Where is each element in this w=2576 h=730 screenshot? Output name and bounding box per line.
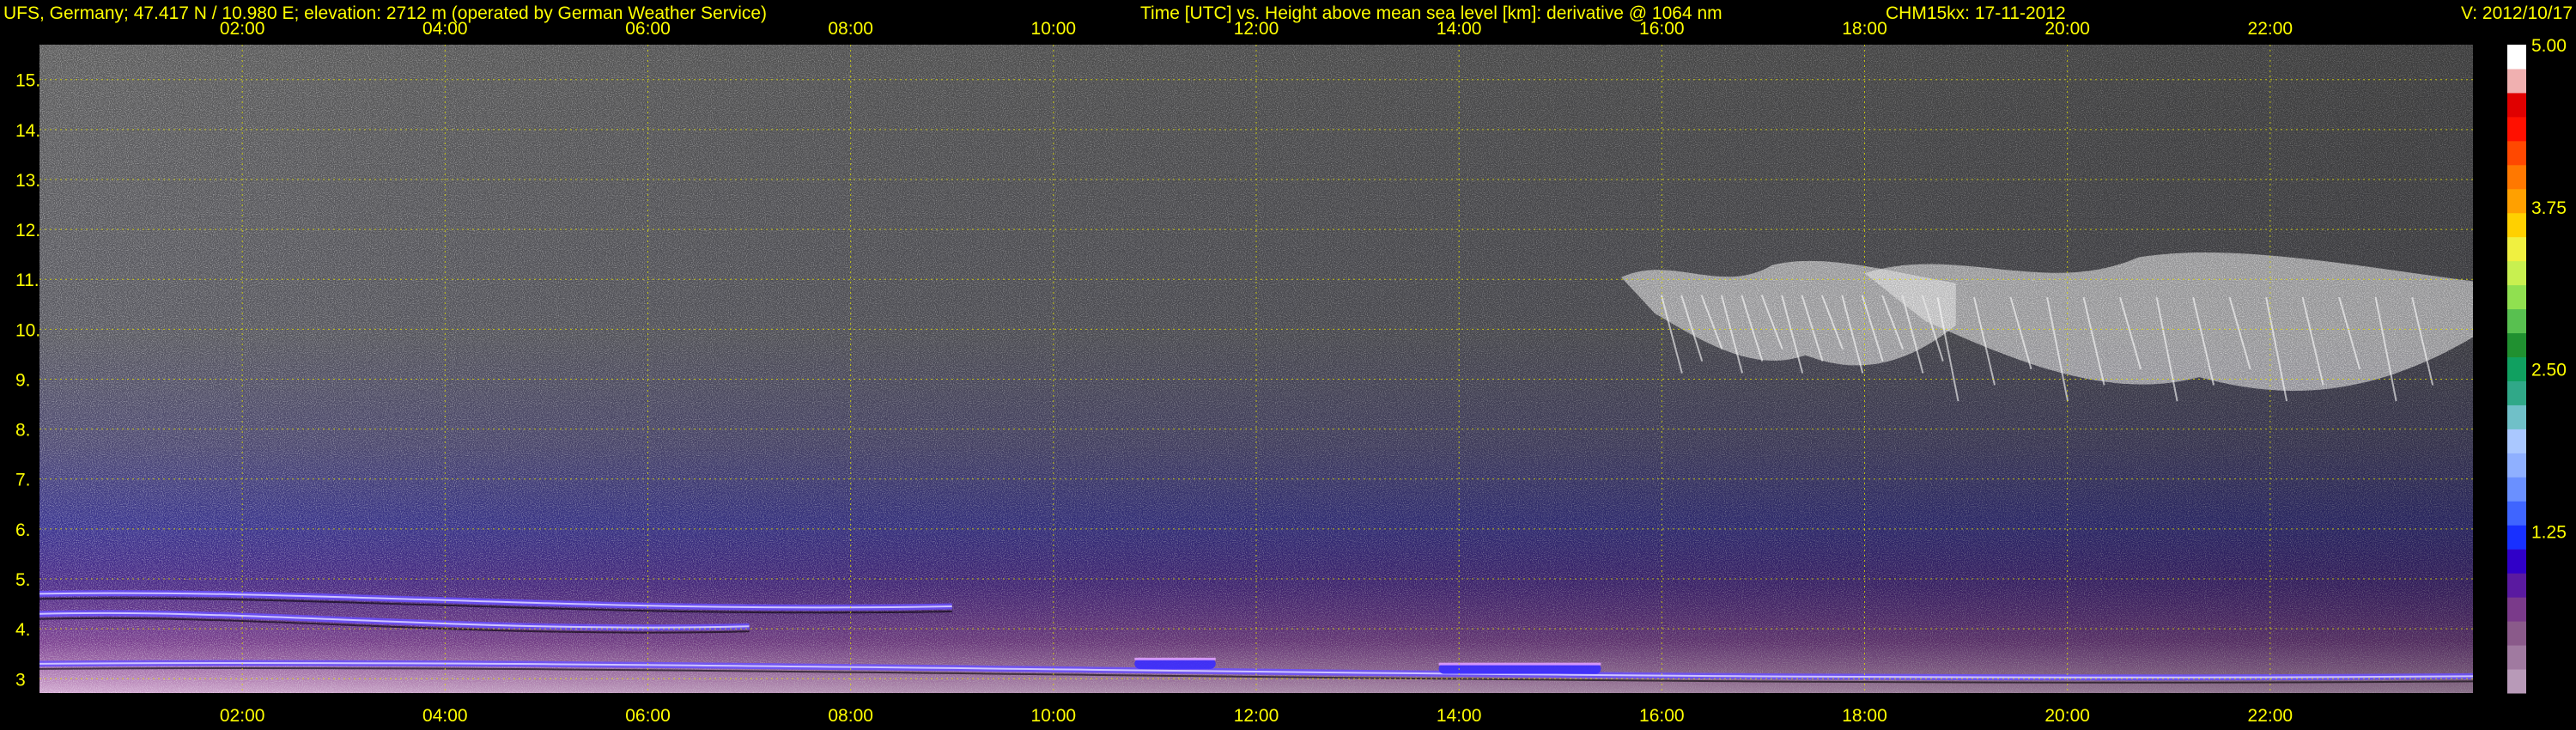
x-tick-label: 08:00	[828, 706, 873, 726]
x-tick-label: 22:00	[2248, 706, 2293, 726]
colorbar-swatch	[2507, 236, 2526, 262]
colorbar-swatch	[2507, 164, 2526, 190]
version-label: V: 2012/10/17	[2461, 3, 2573, 23]
colorbar-swatch	[2507, 308, 2526, 334]
colorbar-swatch	[2507, 573, 2526, 598]
colorbar-label: 5.00	[2531, 36, 2567, 56]
colorbar-label: 2.50	[2531, 361, 2567, 380]
y-tick-label: 3	[15, 670, 26, 690]
colorbar-swatch	[2507, 188, 2526, 214]
y-tick-label: 11.	[15, 271, 39, 290]
y-tick-label: 9.	[15, 370, 31, 390]
x-ticks-bottom: 02:00 04:00 06:00 08:00 10:00 12:00 14:00 16:00…	[220, 706, 2293, 726]
colorbar-swatch	[2507, 453, 2526, 478]
aerosol-patch-edge	[1438, 662, 1601, 666]
x-tick-label: 10:00	[1031, 19, 1077, 39]
x-tick-label: 14:00	[1437, 19, 1482, 39]
x-tick-label: 16:00	[1639, 19, 1685, 39]
x-tick-label: 06:00	[625, 706, 671, 726]
x-tick-label: 14:00	[1437, 706, 1482, 726]
y-ticks: 3 4. 5. 6. 7. 8. 9. 10. 11. 12. 13. 14. 15.	[15, 71, 40, 690]
y-tick-label: 6.	[15, 520, 31, 540]
colorbar-swatch	[2507, 140, 2526, 166]
colorbar-swatch	[2507, 212, 2526, 238]
colorbar-labels: 5.00 3.75 2.50 1.25	[2531, 36, 2567, 542]
y-tick-label: 15.	[15, 71, 40, 91]
colorbar-swatch	[2507, 284, 2526, 310]
colorbar-swatch	[2507, 477, 2526, 502]
x-tick-label: 06:00	[625, 19, 671, 39]
y-tick-label: 7.	[15, 471, 31, 490]
ceilometer-chart: UFS, Germany; 47.417 N / 10.980 E; eleva…	[3, 3, 2573, 726]
colorbar-swatches	[2507, 45, 2526, 694]
colorbar-label: 1.25	[2531, 522, 2567, 542]
y-tick-label: 13.	[15, 171, 40, 191]
x-tick-label: 20:00	[2044, 19, 2090, 39]
x-tick-label: 10:00	[1031, 706, 1077, 726]
x-tick-label: 02:00	[220, 706, 265, 726]
plot-area	[39, 45, 2473, 693]
x-tick-label: 18:00	[1842, 19, 1887, 39]
colorbar-swatch	[2507, 621, 2526, 646]
x-tick-label: 04:00	[422, 19, 468, 39]
x-tick-label: 12:00	[1234, 19, 1279, 39]
y-tick-label: 4.	[15, 620, 31, 640]
x-tick-label: 12:00	[1234, 706, 1279, 726]
chart-title: Time [UTC] vs. Height above mean sea lev…	[1140, 3, 1722, 23]
x-tick-label: 20:00	[2044, 706, 2090, 726]
colorbar-swatch	[2507, 525, 2526, 550]
colorbar-swatch	[2507, 332, 2526, 358]
colorbar-swatch	[2507, 669, 2526, 694]
colorbar-swatch	[2507, 501, 2526, 526]
colorbar-swatch	[2507, 405, 2526, 429]
colorbar-swatch	[2507, 645, 2526, 670]
colorbar-swatch	[2507, 92, 2526, 118]
colorbar-swatch	[2507, 116, 2526, 142]
colorbar-swatch	[2507, 260, 2526, 286]
x-tick-label: 04:00	[422, 706, 468, 726]
colorbar-swatch	[2507, 45, 2526, 70]
x-tick-label: 18:00	[1842, 706, 1887, 726]
colorbar-swatch	[2507, 597, 2526, 622]
colorbar-swatch	[2507, 380, 2526, 405]
y-tick-label: 14.	[15, 121, 40, 141]
colorbar-swatch	[2507, 356, 2526, 381]
colorbar-swatch	[2507, 549, 2526, 574]
colorbar-swatch	[2507, 68, 2526, 94]
x-tick-label: 08:00	[828, 19, 873, 39]
aerosol-patch-edge	[1134, 657, 1216, 660]
x-tick-label: 16:00	[1639, 706, 1685, 726]
colorbar-swatch	[2507, 429, 2526, 453]
y-tick-label: 10.	[15, 320, 40, 340]
instrument-date: CHM15kx: 17-11-2012	[1886, 3, 2066, 23]
x-tick-label: 22:00	[2248, 19, 2293, 39]
y-tick-label: 12.	[15, 221, 40, 240]
colorbar-label: 3.75	[2531, 198, 2567, 218]
x-tick-label: 02:00	[220, 19, 265, 39]
y-tick-label: 8.	[15, 421, 31, 441]
colorbar: 5.00 3.75 2.50 1.25	[2507, 36, 2567, 694]
y-tick-label: 5.	[15, 570, 31, 590]
